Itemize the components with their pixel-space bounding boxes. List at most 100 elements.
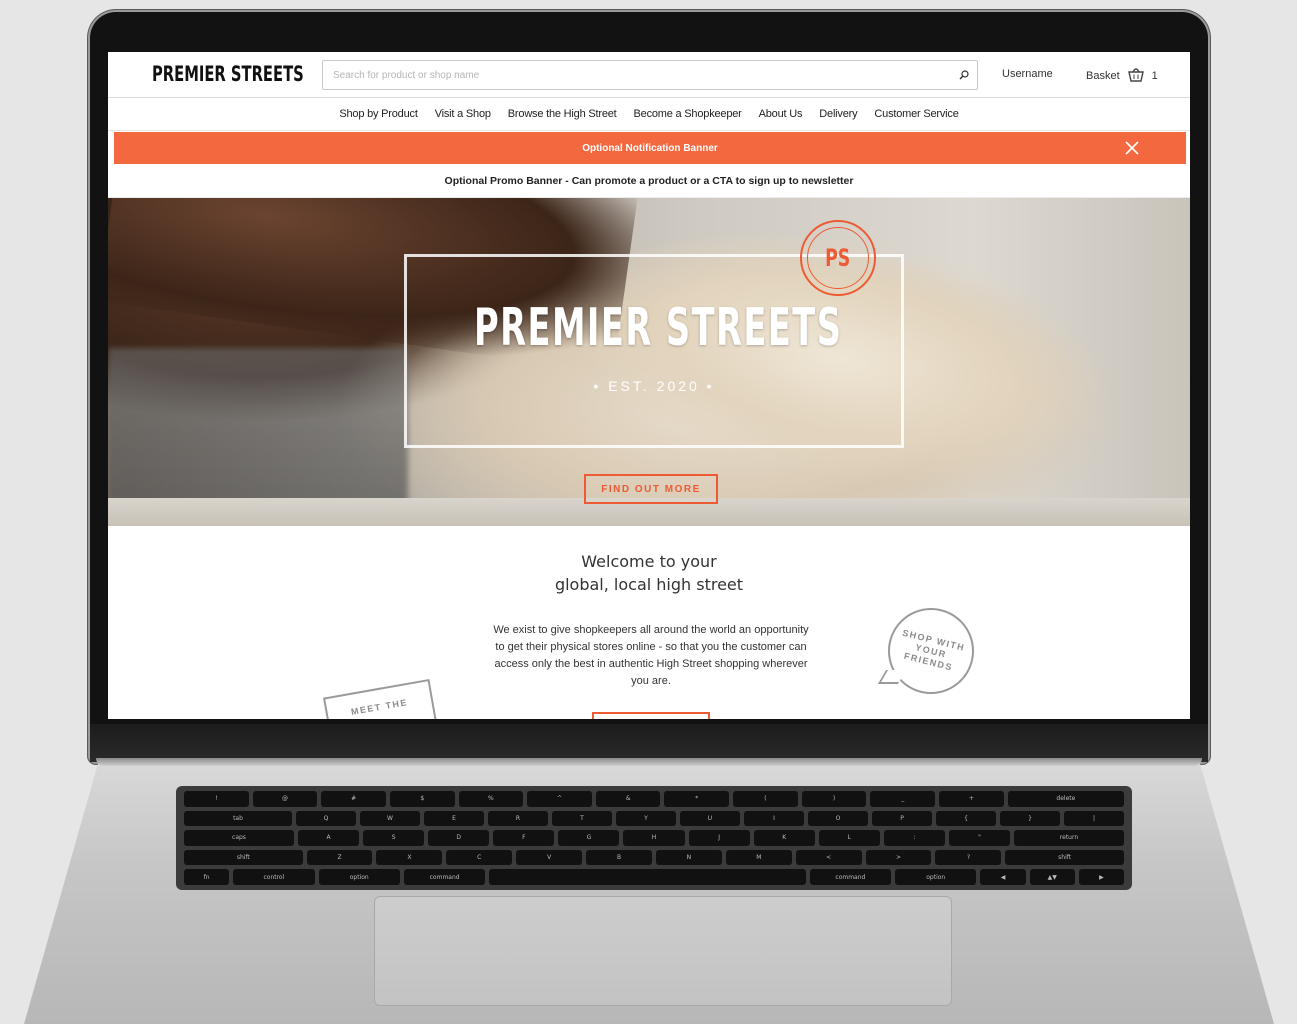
search-icon[interactable] (951, 70, 977, 80)
notification-banner: Optional Notification Banner (114, 132, 1186, 164)
keyboard-key: ! (184, 791, 249, 807)
keyboard-key: shift (1005, 849, 1124, 866)
nav-about-us[interactable]: About Us (759, 108, 803, 120)
main-navigation: Shop by Product Visit a Shop Browse the … (108, 98, 1190, 131)
promo-banner[interactable]: Optional Promo Banner - Can promote a pr… (108, 164, 1190, 198)
keyboard-key: command (403, 869, 486, 885)
keyboard-key: control (233, 869, 315, 885)
site-logo[interactable]: PREMIER STREETS (152, 62, 304, 86)
keyboard-row: tab Q W E R T Y U I O P{} | (184, 810, 1124, 827)
notification-text: Optional Notification Banner (582, 142, 718, 154)
keyboard-key: $ (389, 791, 455, 807)
keyboard-key: ▶ (1078, 869, 1125, 885)
keyboard-key: : (883, 830, 945, 846)
keyboard-key: L (818, 830, 880, 846)
meet-card-text: MEET THE (350, 697, 409, 717)
keyboard-key: V (516, 849, 583, 866)
keyboard-key: J (688, 830, 750, 846)
keyboard-key: G (558, 830, 620, 846)
search-input[interactable] (323, 61, 951, 89)
keyboard-key: caps (184, 830, 294, 846)
find-out-more-button[interactable]: FIND OUT MORE (584, 474, 718, 504)
keyboard-row: ! @ # $% ^ & *() _ + delete (184, 791, 1125, 807)
keyboard-key: & (595, 791, 661, 807)
keyboard-key: D (428, 830, 490, 846)
ps-badge-text: PS (825, 244, 851, 272)
keyboard-key: fn (184, 869, 230, 885)
laptop-bezel-bottom (90, 724, 1208, 762)
keyboard-key: R (488, 810, 548, 827)
keyboard-row: fn control option command command option ◀ ▲▼ ▶ (184, 869, 1125, 885)
keyboard-key: C (446, 849, 513, 866)
promo-text: Optional Promo Banner - Can promote a pr… (444, 174, 854, 187)
keyboard-key: U (680, 810, 740, 827)
keyboard-key: N (655, 849, 722, 866)
ps-badge-logo: PS (800, 220, 876, 296)
meet-the-card[interactable]: MEET THE (323, 678, 437, 719)
keyboard-key: _ (870, 791, 936, 807)
keyboard-key: option (895, 869, 977, 885)
browser-viewport: PREMIER STREETS Username Basket 1 Shop b… (108, 52, 1190, 719)
keyboard-key: return (1014, 830, 1124, 846)
nav-browse-high-street[interactable]: Browse the High Street (508, 108, 617, 120)
keyboard-key: S (363, 830, 425, 846)
keyboard-key: > (865, 849, 932, 866)
keyboard-key: * (664, 791, 730, 807)
basket-link[interactable]: Basket 1 (1086, 64, 1158, 87)
nav-become-shopkeeper[interactable]: Become a Shopkeeper (634, 108, 742, 120)
keyboard-key: ◀ (980, 869, 1026, 885)
keyboard-key: B (586, 849, 652, 866)
keyboard-key: Q (296, 810, 356, 827)
nav-customer-service[interactable]: Customer Service (874, 108, 958, 120)
keyboard-key: O (808, 810, 868, 827)
search-bar (322, 60, 978, 90)
shop-with-friends-bubble[interactable]: SHOP WITH YOUR FRIENDS (888, 608, 974, 694)
basket-count: 1 (1151, 69, 1158, 82)
close-icon[interactable] (1124, 140, 1140, 156)
nav-visit-a-shop[interactable]: Visit a Shop (435, 108, 491, 120)
keyboard-key: { (936, 810, 996, 827)
site-header: PREMIER STREETS Username Basket 1 (108, 52, 1190, 98)
keyboard-key: # (321, 791, 386, 807)
keyboard-key: < (795, 849, 862, 866)
keyboard-key: ▲▼ (1029, 869, 1075, 885)
welcome-line-1: Welcome to your (581, 552, 717, 571)
keyboard-key: F (493, 830, 555, 846)
hero-title: PREMIER STREETS (474, 298, 843, 358)
keyboard-key: Z (306, 849, 373, 866)
keyboard-key: tab (184, 810, 292, 827)
keyboard-row: caps A S D F G H J K L: " return (184, 830, 1124, 846)
keyboard-row: shift Z X C V B N M < >? shift (184, 849, 1124, 866)
keyboard-key: ) (801, 791, 867, 807)
keyboard-key: % (458, 791, 524, 807)
basket-label: Basket (1086, 69, 1120, 82)
keyboard-key: ( (733, 791, 798, 807)
trackpad (374, 896, 952, 1006)
welcome-line-2: global, local high street (554, 575, 744, 594)
keyboard-key: W (360, 810, 420, 827)
keyboard-key: + (939, 791, 1004, 807)
keyboard-key: } (1000, 810, 1060, 827)
keyboard-key: M (725, 849, 792, 866)
keyboard-key: ^ (527, 791, 592, 807)
keyboard: ! @ # $% ^ & *() _ + delete tab Q W E R T Y U I O P{} | caps A S… (176, 786, 1132, 890)
keyboard-key: K (753, 830, 815, 846)
hero-banner: PS PREMIER STREETS • EST. 2020 • FIND OU… (108, 198, 1190, 526)
welcome-heading: Welcome to your global, local high stree… (108, 550, 1190, 596)
keyboard-key: option (318, 869, 400, 885)
nav-shop-by-product[interactable]: Shop by Product (339, 108, 418, 120)
keyboard-key: ? (935, 849, 1002, 866)
nav-delivery[interactable]: Delivery (819, 108, 857, 120)
keyboard-key: X (376, 849, 443, 866)
bubble-text: SHOP WITH YOUR FRIENDS (901, 627, 967, 673)
keyboard-key: command (809, 869, 892, 885)
keyboard-key: T (552, 810, 612, 827)
keyboard-key: E (424, 810, 484, 827)
keyboard-key: Y (616, 810, 676, 827)
keyboard-key: delete (1007, 791, 1125, 807)
keyboard-key: | (1064, 810, 1124, 827)
keyboard-key: @ (252, 791, 318, 807)
secondary-cta-button[interactable] (592, 712, 710, 719)
username-link[interactable]: Username (1002, 68, 1053, 80)
hero-established: • EST. 2020 • (593, 378, 715, 394)
